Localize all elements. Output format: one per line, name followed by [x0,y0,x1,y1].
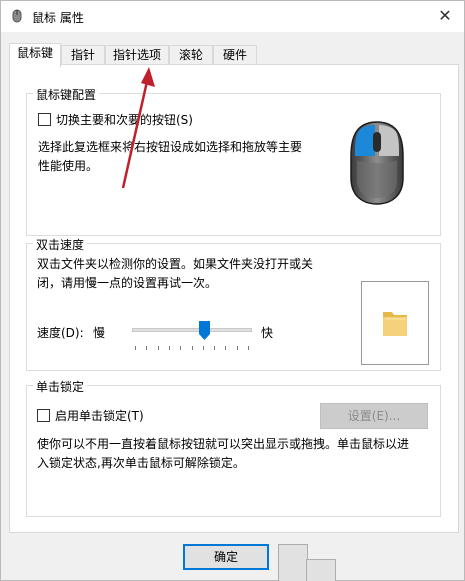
button-config-title: 鼠标键配置 [33,86,100,103]
tab-panel-buttons: 鼠标键配置 切换主要和次要的按钮(S) 选择此复选框来将右按钮设成如选择和拖放等… [9,64,459,533]
apply-button-partial[interactable] [306,559,336,581]
speed-slider-thumb[interactable] [199,321,210,340]
double-click-description-line1: 双击文件夹以检测你的设置。如果文件夹没打开或关 [37,257,314,271]
double-click-description-line2: 闭，请用慢一点的设置再试一次。 [37,276,218,290]
tab-hardware[interactable]: 硬件 [213,45,257,66]
title-bar: 鼠标 属性 ✕ [1,1,464,32]
slider-tick [180,346,181,350]
click-lock-description-line1: 使你可以不用一直按着鼠标按钮就可以突出显示或拖拽。单击鼠标以进 [37,437,410,451]
tab-buttons[interactable]: 鼠标键 [9,43,61,67]
button-config-description-line1: 选择此复选框来将右按钮设成如选择和拖放等主要 [38,140,303,154]
slider-tick [225,346,226,350]
button-config-description-line2: 性能使用。 [38,159,99,173]
slider-tick [192,346,193,350]
slider-tick [203,346,204,350]
double-click-title: 双击速度 [33,236,88,253]
tab-pointers[interactable]: 指针 [61,45,105,66]
test-folder-area[interactable] [361,281,429,365]
folder-icon[interactable] [381,308,409,338]
fast-label: 快 [261,326,274,340]
slow-label: 慢 [93,326,106,340]
speed-label: 速度(D): [37,326,84,340]
cancel-button-partial[interactable] [278,544,308,581]
slider-tick [146,346,147,350]
mouse-icon [12,9,22,23]
click-lock-title: 单击锁定 [33,378,88,395]
speed-slider-ticks [135,346,249,350]
window-title: 鼠标 属性 [32,11,84,25]
ok-button[interactable]: 确定 [183,544,269,570]
click-lock-settings-button[interactable]: 设置(E)... [320,403,428,429]
mouse-properties-window: 鼠标 属性 ✕ 鼠标键 指针 指针选项 滚轮 硬件 鼠标键配置 切换主要和次要的… [0,0,465,581]
click-lock-checkbox[interactable] [37,409,50,422]
slider-tick [169,346,170,350]
slider-tick [237,346,238,350]
tab-wheel[interactable]: 滚轮 [169,45,213,66]
red-annotation-arrow [121,67,155,189]
click-lock-group: 单击锁定 启用单击锁定(T) 设置(E)... 使你可以不用一直按着鼠标按钮就可… [26,378,441,517]
speed-slider-track[interactable] [132,328,252,332]
mouse-illustration-icon [350,121,404,205]
double-click-group: 双击速度 双击文件夹以检测你的设置。如果文件夹没打开或关 闭，请用慢一点的设置再… [26,236,441,371]
switch-buttons-checkbox[interactable] [38,113,51,126]
button-config-group: 鼠标键配置 切换主要和次要的按钮(S) 选择此复选框来将右按钮设成如选择和拖放等… [26,86,441,236]
slider-tick [135,346,136,350]
click-lock-label[interactable]: 启用单击锁定(T) [55,407,144,424]
click-lock-description-line2: 入锁定状态,再次单击鼠标可解除锁定。 [37,456,245,470]
slider-tick [214,346,215,350]
slider-tick [248,346,249,350]
close-button[interactable]: ✕ [432,4,458,28]
tab-strip: 鼠标键 指针 指针选项 滚轮 硬件 [9,43,458,67]
slider-tick [158,346,159,350]
